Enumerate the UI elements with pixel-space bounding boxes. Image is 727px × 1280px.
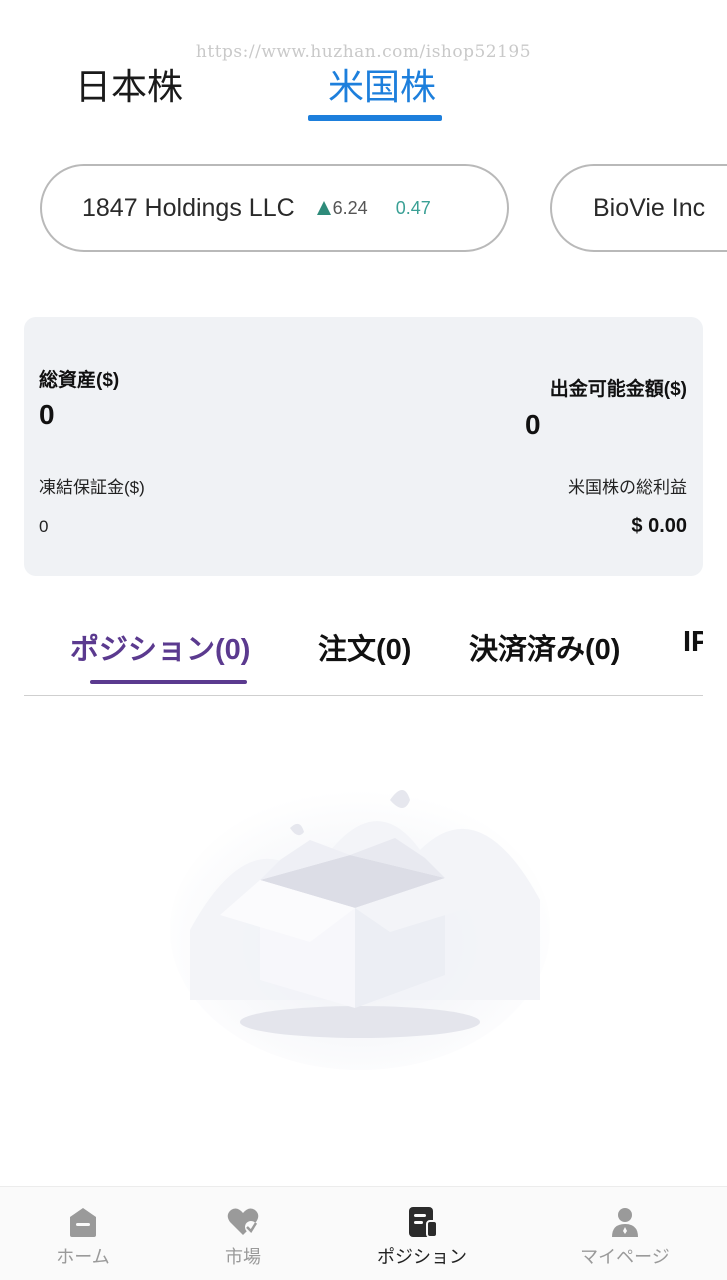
empty-box-icon bbox=[170, 790, 550, 1070]
nav-label: ポジション bbox=[377, 1247, 467, 1268]
ticker-change-value: 6.24 bbox=[332, 197, 368, 218]
nav-mypage[interactable]: マイページ bbox=[565, 1205, 685, 1269]
nav-label: 市場 bbox=[225, 1247, 261, 1268]
tab-settled[interactable]: 決済済み(0) bbox=[469, 626, 620, 668]
active-order-tab-underline bbox=[90, 680, 247, 684]
nav-market[interactable]: 市場 bbox=[183, 1205, 303, 1269]
up-triangle-icon bbox=[316, 201, 331, 215]
ticker-pill[interactable]: BioVie Inc bbox=[550, 164, 727, 252]
position-doc-icon bbox=[409, 1207, 438, 1238]
order-tabs: ポジション(0) 注文(0) 決済済み(0) IPO bbox=[24, 620, 703, 696]
tab-us-stocks[interactable]: 米国株 bbox=[328, 58, 436, 110]
total-assets-value: 0 bbox=[39, 399, 55, 430]
home-icon bbox=[70, 1208, 96, 1237]
total-assets-label: 総資産($) bbox=[39, 370, 120, 391]
ticker-name: BioVie Inc bbox=[593, 193, 706, 222]
nav-label: マイページ bbox=[580, 1247, 670, 1268]
tab-orders[interactable]: 注文(0) bbox=[318, 626, 411, 668]
tab-positions[interactable]: ポジション(0) bbox=[70, 626, 250, 668]
bottom-nav: ホーム 市場 ポジション マイページ bbox=[0, 1186, 727, 1280]
ticker-percent: 0.47 bbox=[395, 197, 431, 218]
market-tabs: 日本株 米国株 bbox=[0, 58, 727, 128]
ticker-pill[interactable]: 1847 Holdings LLC 6.24 0.47 bbox=[40, 164, 509, 252]
us-total-profit-label: 米国株の総利益 bbox=[568, 478, 687, 497]
withdrawable-value: 0 bbox=[525, 409, 541, 440]
withdrawable-label: 出金可能金額($) bbox=[549, 379, 687, 400]
us-total-profit-value: $ 0.00 bbox=[631, 515, 687, 537]
market-heart-icon bbox=[227, 1208, 259, 1235]
nav-home[interactable]: ホーム bbox=[23, 1205, 143, 1269]
ticker-name: 1847 Holdings LLC bbox=[82, 193, 295, 222]
active-tab-underline bbox=[308, 115, 442, 121]
nav-positions[interactable]: ポジション bbox=[362, 1205, 482, 1269]
frozen-margin-value: 0 bbox=[39, 517, 49, 536]
user-icon bbox=[612, 1208, 638, 1237]
frozen-margin-label: 凍結保証金($) bbox=[39, 478, 145, 497]
ticker-change: 6.24 bbox=[316, 197, 368, 219]
tab-japan-stocks[interactable]: 日本株 bbox=[75, 58, 183, 110]
tab-ipo[interactable]: IPO bbox=[683, 626, 703, 659]
asset-summary-card: 総資産($) 0 出金可能金額($) 0 凍結保証金($) 0 米国株の総利益 … bbox=[24, 317, 703, 576]
nav-label: ホーム bbox=[56, 1247, 110, 1268]
ticker-carousel[interactable]: 1847 Holdings LLC 6.24 0.47 BioVie Inc bbox=[0, 164, 727, 252]
